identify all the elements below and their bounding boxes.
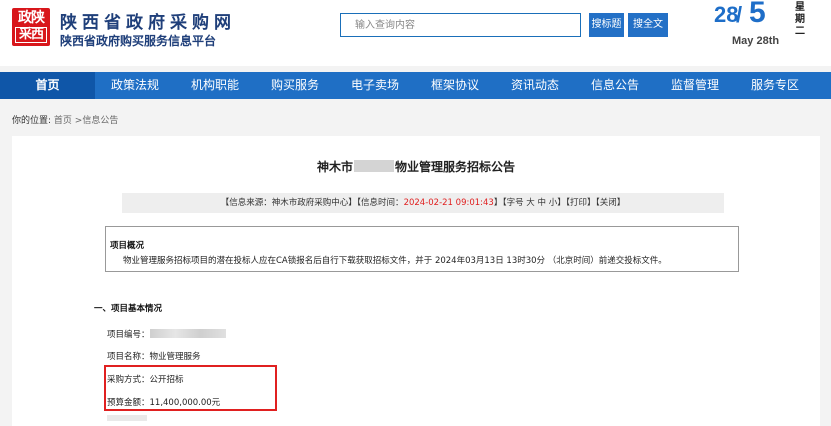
info-source: 【信息来源：神木市政府采购中心】【信息时间： xyxy=(220,198,404,208)
nav-item-announcements[interactable]: 信息公告 xyxy=(575,72,655,99)
nav-item-agency[interactable]: 机构职能 xyxy=(175,72,255,99)
breadcrumb: 你的位置: 首页 >信息公告 xyxy=(12,113,118,126)
redacted-value xyxy=(149,329,226,338)
overview-title: 项目概况 xyxy=(110,241,145,251)
nav-item-framework[interactable]: 框架协议 xyxy=(415,72,495,99)
weekday-char: 期 xyxy=(795,14,805,25)
field-project-number: 项目编号： xyxy=(107,328,226,340)
site-title: 陕西省政府采购网 xyxy=(60,13,236,33)
site-logo[interactable]: 政陕 采西 xyxy=(12,8,50,46)
project-overview-box: 项目概况 物业管理服务招标项目的潜在投标人应在CA锁报名后自行下载获取招标文件，… xyxy=(105,226,739,272)
redacted-text xyxy=(354,160,394,172)
search-fulltext-button[interactable]: 搜全文 xyxy=(628,13,668,37)
nav-item-news[interactable]: 资讯动态 xyxy=(495,72,575,99)
site-header: 政陕 采西 陕西省政府采购网 陕西省政府购买服务信息平台 搜标题 搜全文 28 … xyxy=(0,0,831,66)
logo-text-bottom: 采西 xyxy=(15,27,47,43)
search-input[interactable] xyxy=(340,13,581,37)
field-project-name: 项目名称：物业管理服务 xyxy=(107,352,201,362)
project-number-label: 项目编号： xyxy=(107,330,150,340)
nav-item-home[interactable]: 首页 xyxy=(0,72,95,99)
site-subtitle: 陕西省政府购买服务信息平台 xyxy=(60,34,217,48)
nav-item-e-mall[interactable]: 电子卖场 xyxy=(335,72,415,99)
nav-item-policy[interactable]: 政策法规 xyxy=(95,72,175,99)
search-title-button[interactable]: 搜标题 xyxy=(589,13,624,37)
breadcrumb-path[interactable]: 首页 >信息公告 xyxy=(54,116,118,126)
title-prefix: 神木市 xyxy=(316,160,353,174)
info-actions[interactable]: 】【字号 大 中 小】【打印】【关闭】 xyxy=(494,198,625,208)
weekday-char: 二 xyxy=(795,26,805,37)
page-title: 神木市 物业管理服务招标公告 xyxy=(12,158,820,175)
nav-item-purchase-service[interactable]: 购买服务 xyxy=(255,72,335,99)
date-english: May 28th xyxy=(732,35,780,47)
info-bar: 【信息来源：神木市政府采购中心】【信息时间：2024-02-21 09:01:4… xyxy=(122,193,724,213)
section-title: 一、项目基本情况 xyxy=(94,304,163,314)
nav-item-service-zone[interactable]: 服务专区 xyxy=(735,72,815,99)
weekday: 星 期 二 xyxy=(793,2,807,38)
cut-off-text xyxy=(107,415,147,421)
title-suffix: 物业管理服务招标公告 xyxy=(395,160,516,174)
date-day: 28 xyxy=(714,2,739,27)
logo-text-top: 政陕 xyxy=(18,10,45,26)
info-time: 2024-02-21 09:01:43 xyxy=(403,198,494,208)
date-month: 5 xyxy=(749,0,766,29)
breadcrumb-label: 你的位置: xyxy=(12,116,52,126)
weekday-char: 星 xyxy=(795,2,805,13)
nav-item-supervision[interactable]: 监督管理 xyxy=(655,72,735,99)
article-panel: 神木市 物业管理服务招标公告 【信息来源：神木市政府采购中心】【信息时间：2024… xyxy=(12,136,820,426)
date-slash: / xyxy=(736,2,743,27)
main-nav: 首页 政策法规 机构职能 购买服务 电子卖场 框架协议 资讯动态 信息公告 监督… xyxy=(0,72,831,99)
highlight-box xyxy=(104,365,277,411)
overview-text: 物业管理服务招标项目的潜在投标人应在CA锁报名后自行下载获取招标文件，并于 20… xyxy=(123,256,667,266)
